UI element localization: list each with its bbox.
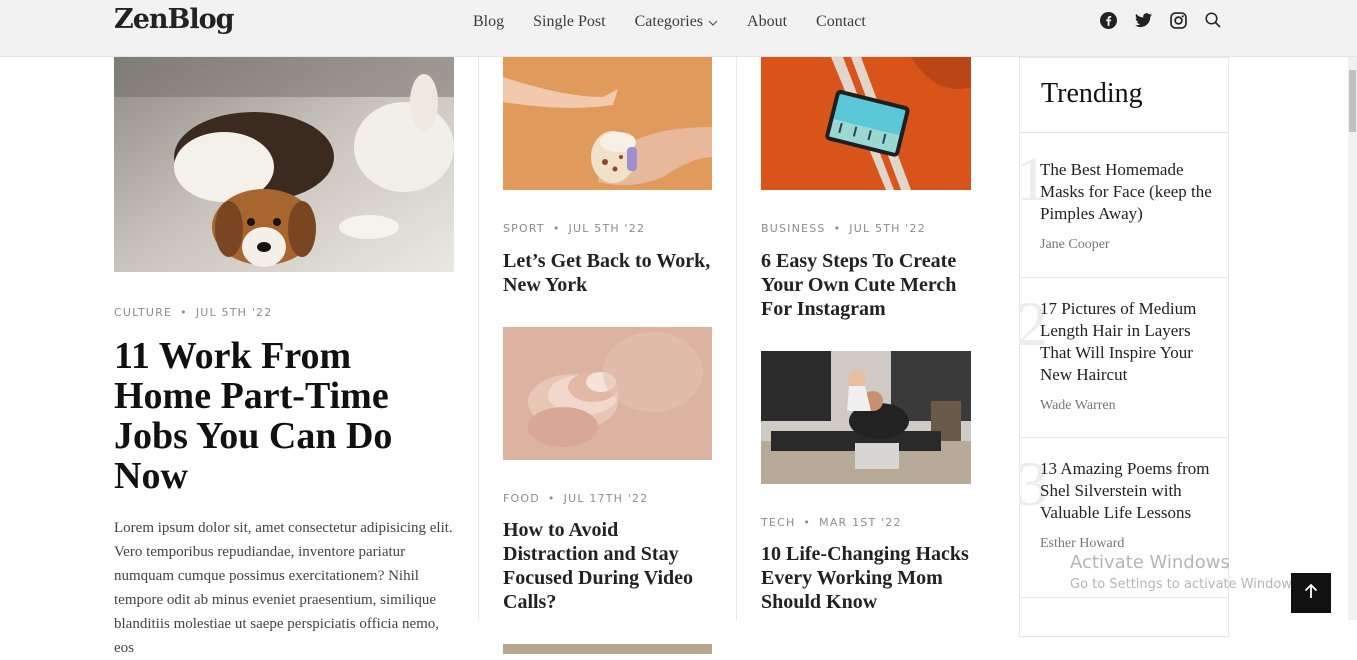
post-date: MAR 1ST '22 bbox=[819, 516, 902, 529]
main-nav: Blog Single Post Categories About Contac… bbox=[473, 13, 895, 31]
column-divider bbox=[478, 57, 479, 620]
facebook-icon[interactable] bbox=[1099, 11, 1117, 29]
post-date: JUL 5TH '22 bbox=[849, 222, 926, 235]
twitter-icon[interactable] bbox=[1134, 11, 1152, 29]
category-label[interactable]: BUSINESS bbox=[761, 222, 826, 235]
windows-activation-watermark: Activate Windows Go to Settings to activ… bbox=[1070, 552, 1303, 592]
category-label[interactable]: TECH bbox=[761, 516, 795, 529]
page-scrollbar[interactable] bbox=[1348, 57, 1357, 620]
post-meta: FOOD • JUL 17TH '22 bbox=[503, 492, 649, 505]
post-date: JUL 5TH '22 bbox=[195, 306, 273, 319]
site-logo[interactable]: ZenBlog bbox=[114, 4, 234, 35]
social-links bbox=[1099, 11, 1239, 29]
featured-excerpt: Lorem ipsum dolor sit, amet consectetur … bbox=[114, 520, 453, 656]
instagram-icon[interactable] bbox=[1169, 11, 1187, 29]
search-icon[interactable] bbox=[1204, 11, 1222, 29]
nav-contact[interactable]: Contact bbox=[816, 13, 866, 31]
post-meta: SPORT • JUL 5TH '22 bbox=[503, 222, 646, 235]
featured-title[interactable]: 11 Work From Home Part-Time Jobs You Can… bbox=[114, 336, 454, 496]
post-title[interactable]: 6 Easy Steps To Create Your Own Cute Mer… bbox=[761, 249, 971, 321]
featured-meta: CULTURE • JUL 5TH '22 bbox=[114, 306, 273, 319]
post-image-hands[interactable] bbox=[503, 57, 712, 190]
nav-categories[interactable]: Categories bbox=[635, 13, 718, 31]
post-date: JUL 5TH '22 bbox=[568, 222, 646, 235]
column-divider bbox=[736, 57, 737, 620]
post-title[interactable]: How to Avoid Distraction and Stay Focuse… bbox=[503, 518, 712, 614]
post-image-tablet[interactable] bbox=[761, 57, 971, 190]
category-label[interactable]: FOOD bbox=[503, 492, 540, 505]
trend-author: Wade Warren bbox=[1040, 398, 1116, 413]
site-header: ZenBlog Blog Single Post Categories Abou… bbox=[0, 0, 1357, 57]
arrow-up-icon bbox=[1304, 583, 1318, 603]
post-column-2: SPORT • JUL 5TH '22 Let’s Get Back to Work… bbox=[503, 57, 712, 654]
trending-item[interactable]: 2 17 Pictures of Medium Length Hair in L… bbox=[1016, 278, 1228, 438]
post-image-partial[interactable] bbox=[503, 644, 712, 654]
nav-single-post[interactable]: Single Post bbox=[533, 13, 605, 31]
nav-categories-label: Categories bbox=[634, 13, 704, 30]
post-meta: BUSINESS • JUL 5TH '22 bbox=[761, 222, 926, 235]
trend-author: Jane Cooper bbox=[1040, 237, 1110, 252]
watermark-line-1: Activate Windows bbox=[1070, 552, 1230, 573]
trend-title[interactable]: The Best Homemade Masks for Face (keep t… bbox=[1040, 159, 1212, 225]
post-column-3: BUSINESS • JUL 5TH '22 6 Easy Steps To Cre… bbox=[761, 57, 971, 614]
nav-about[interactable]: About bbox=[747, 13, 787, 31]
post-image-mom-child[interactable] bbox=[761, 351, 971, 484]
watermark-line-2: Go to Settings to activate Windows. bbox=[1070, 577, 1303, 592]
featured-image-beagle[interactable] bbox=[114, 57, 454, 272]
post-date: JUL 17TH '22 bbox=[563, 492, 649, 505]
nav-blog[interactable]: Blog bbox=[473, 13, 504, 31]
trending-item[interactable]: 1 The Best Homemade Masks for Face (keep… bbox=[1016, 133, 1228, 278]
trend-title[interactable]: 13 Amazing Poems from Shel Silverstein w… bbox=[1040, 458, 1212, 524]
post-title[interactable]: Let’s Get Back to Work, New York bbox=[503, 249, 712, 297]
post-meta: TECH • MAR 1ST '22 bbox=[761, 516, 902, 529]
post-image-abstract[interactable] bbox=[503, 327, 712, 460]
back-to-top-button[interactable] bbox=[1291, 573, 1331, 613]
trending-sidebar: Trending 1 The Best Homemade Masks for F… bbox=[1016, 57, 1229, 637]
trending-heading: Trending bbox=[1020, 58, 1228, 133]
trend-title[interactable]: 17 Pictures of Medium Length Hair in Lay… bbox=[1040, 298, 1212, 386]
category-label[interactable]: SPORT bbox=[503, 222, 545, 235]
chevron-down-icon bbox=[708, 13, 718, 31]
scrollbar-thumb[interactable] bbox=[1349, 70, 1356, 132]
trend-author: Esther Howard bbox=[1040, 536, 1125, 551]
post-title[interactable]: 10 Life-Changing Hacks Every Working Mom… bbox=[761, 542, 971, 614]
featured-post: CULTURE • JUL 5TH '22 11 Work From Home Pa… bbox=[114, 57, 454, 660]
category-label[interactable]: CULTURE bbox=[114, 306, 172, 319]
